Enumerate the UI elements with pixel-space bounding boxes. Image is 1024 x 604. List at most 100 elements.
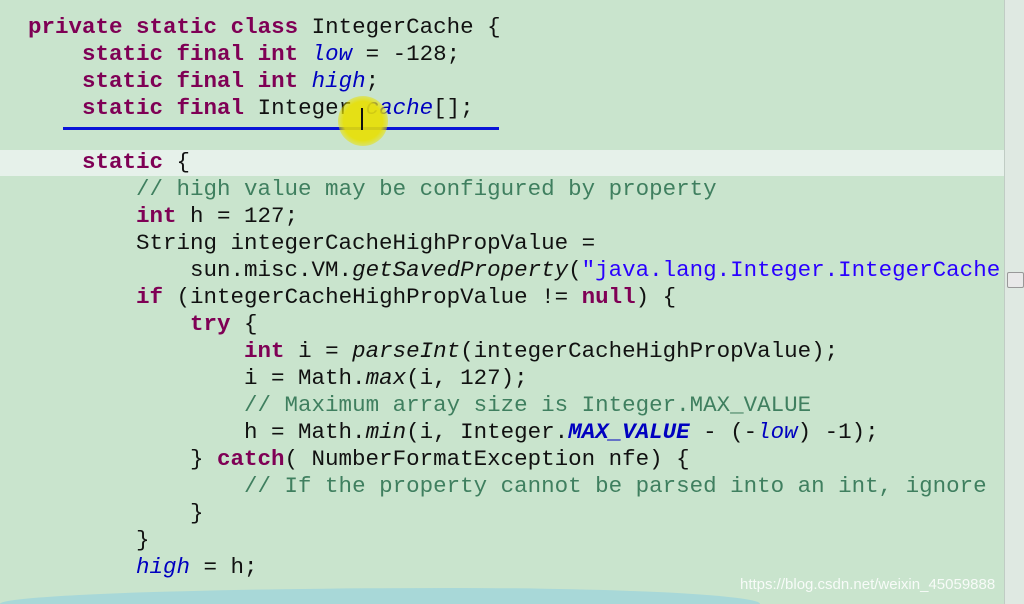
code-token: i = bbox=[284, 338, 353, 364]
code-token: = h; bbox=[190, 554, 258, 580]
code-token: min bbox=[365, 419, 407, 445]
code-token: static bbox=[82, 149, 164, 175]
code-token: high bbox=[136, 554, 191, 580]
code-token: MAX_VALUE bbox=[568, 419, 690, 445]
code-line[interactable]: h = Math.min(i, Integer.MAX_VALUE - (-lo… bbox=[28, 419, 1000, 446]
code-line[interactable]: // high value may be configured by prope… bbox=[28, 176, 1000, 203]
code-token: int bbox=[257, 68, 299, 94]
code-token: h = 127; bbox=[176, 203, 299, 229]
code-token: static bbox=[82, 95, 164, 121]
code-editor[interactable]: private static class IntegerCache { stat… bbox=[0, 0, 1004, 604]
code-token: static bbox=[82, 68, 164, 94]
code-token: String integerCacheHighPropValue = bbox=[28, 230, 596, 256]
code-token: final bbox=[176, 95, 245, 121]
code-token: []; bbox=[433, 95, 474, 121]
code-line[interactable]: static final int low = -128; bbox=[28, 41, 1000, 68]
code-token: // If the property cannot be parsed into… bbox=[244, 473, 987, 499]
code-line[interactable]: private static class IntegerCache { bbox=[28, 14, 1000, 41]
code-line[interactable]: sun.misc.VM.getSavedProperty("java.lang.… bbox=[28, 257, 1000, 284]
watermark: https://blog.csdn.net/weixin_45059888 bbox=[740, 576, 996, 593]
code-token: private bbox=[28, 14, 123, 40]
code-token: "java.lang.Integer.IntegerCache bbox=[581, 257, 1001, 283]
code-token: } bbox=[28, 500, 204, 526]
code-token: (integerCacheHighPropValue); bbox=[460, 338, 839, 364]
code-token: } bbox=[28, 527, 150, 553]
code-line[interactable]: // Maximum array size is Integer.MAX_VAL… bbox=[28, 392, 1000, 419]
code-line[interactable]: int i = parseInt(integerCacheHighPropVal… bbox=[28, 338, 1000, 365]
selection-underline bbox=[63, 127, 499, 130]
code-token: getSavedProperty bbox=[352, 257, 569, 283]
code-token: ( NumberFormatException nfe) { bbox=[284, 446, 690, 472]
code-token: static bbox=[136, 14, 218, 40]
code-text[interactable]: private static class IntegerCache { stat… bbox=[28, 14, 1000, 581]
code-token: high bbox=[311, 68, 366, 94]
code-line[interactable]: i = Math.max(i, 127); bbox=[28, 365, 1000, 392]
code-token: parseInt bbox=[352, 338, 461, 364]
code-token: sun.misc.VM. bbox=[28, 257, 353, 283]
code-token: ) -1); bbox=[797, 419, 879, 445]
code-token: (i, 127); bbox=[406, 365, 528, 391]
code-token: i = Math. bbox=[28, 365, 366, 391]
code-line[interactable]: try { bbox=[28, 311, 1000, 338]
code-token: try bbox=[190, 311, 231, 337]
code-token: class bbox=[230, 14, 299, 40]
code-token: IntegerCache { bbox=[298, 14, 501, 40]
code-token: // Maximum array size is Integer.MAX_VAL… bbox=[244, 392, 812, 418]
code-token: static bbox=[82, 41, 164, 67]
code-token: { bbox=[163, 149, 191, 175]
code-line[interactable]: } bbox=[28, 500, 1000, 527]
code-token: { bbox=[230, 311, 258, 337]
cursor-highlight-icon bbox=[338, 96, 388, 146]
code-token: final bbox=[176, 68, 245, 94]
code-token: (integerCacheHighPropValue != bbox=[163, 284, 582, 310]
code-token: int bbox=[257, 41, 299, 67]
code-token: if bbox=[136, 284, 164, 310]
code-line[interactable]: } catch( NumberFormatException nfe) { bbox=[28, 446, 1000, 473]
vertical-scrollbar[interactable] bbox=[1004, 0, 1024, 604]
code-token: ( bbox=[568, 257, 582, 283]
code-token: catch bbox=[217, 446, 285, 472]
code-line[interactable]: } bbox=[28, 527, 1000, 554]
code-token: // high value may be configured by prope… bbox=[136, 176, 717, 202]
code-token: ) { bbox=[635, 284, 677, 310]
code-line[interactable]: static final Integer cache[]; bbox=[28, 95, 1000, 122]
text-cursor-icon bbox=[361, 108, 363, 130]
code-token: h = Math. bbox=[28, 419, 366, 445]
code-token: low bbox=[311, 41, 353, 67]
code-token: max bbox=[365, 365, 407, 391]
code-token: final bbox=[176, 41, 245, 67]
code-token: ; bbox=[365, 68, 380, 94]
code-token: - (- bbox=[689, 419, 758, 445]
code-line[interactable]: int h = 127; bbox=[28, 203, 1000, 230]
code-token: (i, Integer. bbox=[406, 419, 569, 445]
code-token: = -128; bbox=[352, 41, 461, 67]
code-line[interactable]: String integerCacheHighPropValue = bbox=[28, 230, 1000, 257]
scrollbar-thumb[interactable] bbox=[1007, 272, 1024, 288]
code-line[interactable]: // If the property cannot be parsed into… bbox=[28, 473, 1000, 500]
code-line[interactable]: static { bbox=[28, 149, 1000, 176]
code-line[interactable]: if (integerCacheHighPropValue != null) { bbox=[28, 284, 1000, 311]
code-token: low bbox=[757, 419, 798, 445]
code-token: int bbox=[244, 338, 285, 364]
code-line[interactable]: static final int high; bbox=[28, 68, 1000, 95]
